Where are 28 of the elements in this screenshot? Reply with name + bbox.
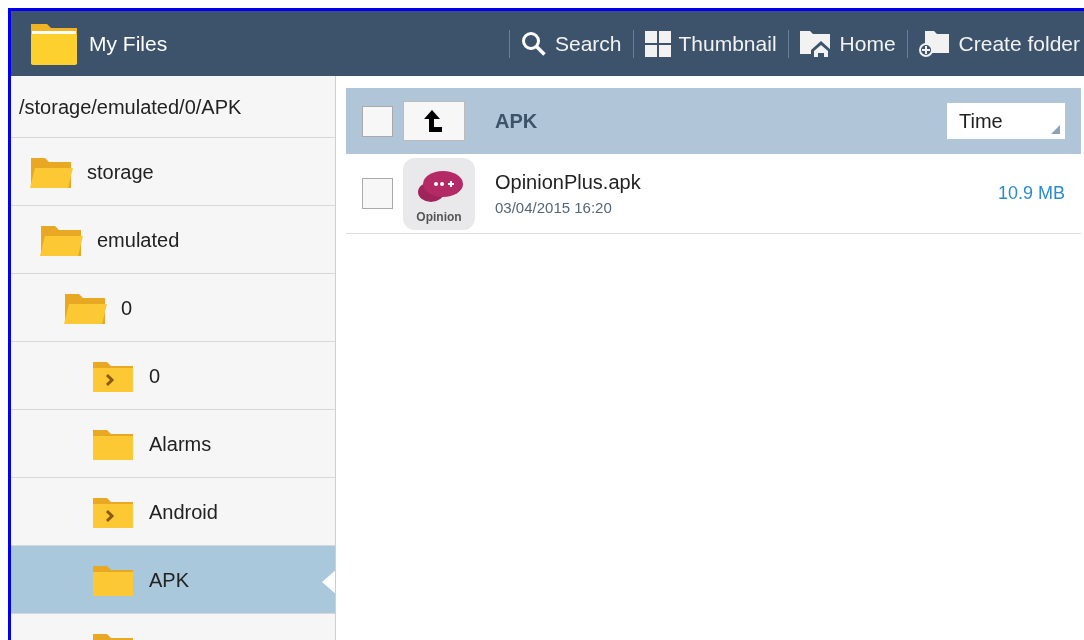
up-arrow-icon <box>424 110 444 132</box>
new-folder-icon <box>918 30 951 57</box>
app-title: My Files <box>89 30 168 57</box>
file-row[interactable]: Opinion OpinionPlus.apk 03/04/2015 16:20 10.9 MB <box>346 154 1081 234</box>
home-button[interactable]: Home <box>795 27 900 60</box>
tree-item[interactable]: 0 <box>11 342 335 410</box>
folder-home-icon <box>799 30 832 57</box>
folder-icon <box>29 21 79 66</box>
current-path: /storage/emulated/0/APK <box>19 94 242 120</box>
file-date: 03/04/2015 16:20 <box>495 198 613 219</box>
file-size: 10.9 MB <box>997 182 1065 205</box>
folder-name: APK <box>495 109 538 134</box>
select-all-checkbox[interactable] <box>362 105 393 137</box>
up-button[interactable] <box>403 101 465 141</box>
create-folder-button[interactable]: Create folder <box>914 27 1084 60</box>
search-button[interactable]: Search <box>516 27 626 60</box>
tree-item[interactable]: Alarms <box>11 410 335 478</box>
tree-item[interactable]: 0 <box>11 274 335 342</box>
file-checkbox[interactable] <box>362 178 393 209</box>
tree-item[interactable]: APK <box>11 546 335 614</box>
file-name: OpinionPlus.apk <box>495 170 641 196</box>
search-icon <box>520 30 547 57</box>
app-icon-label: Opinion <box>416 208 462 226</box>
grid-icon <box>644 30 671 57</box>
tree-item[interactable]: storage <box>11 138 335 206</box>
thumbnail-button[interactable]: Thumbnail <box>640 27 781 60</box>
tree-item[interactable]: emulated <box>11 206 335 274</box>
sort-dropdown[interactable]: Time <box>947 103 1065 139</box>
